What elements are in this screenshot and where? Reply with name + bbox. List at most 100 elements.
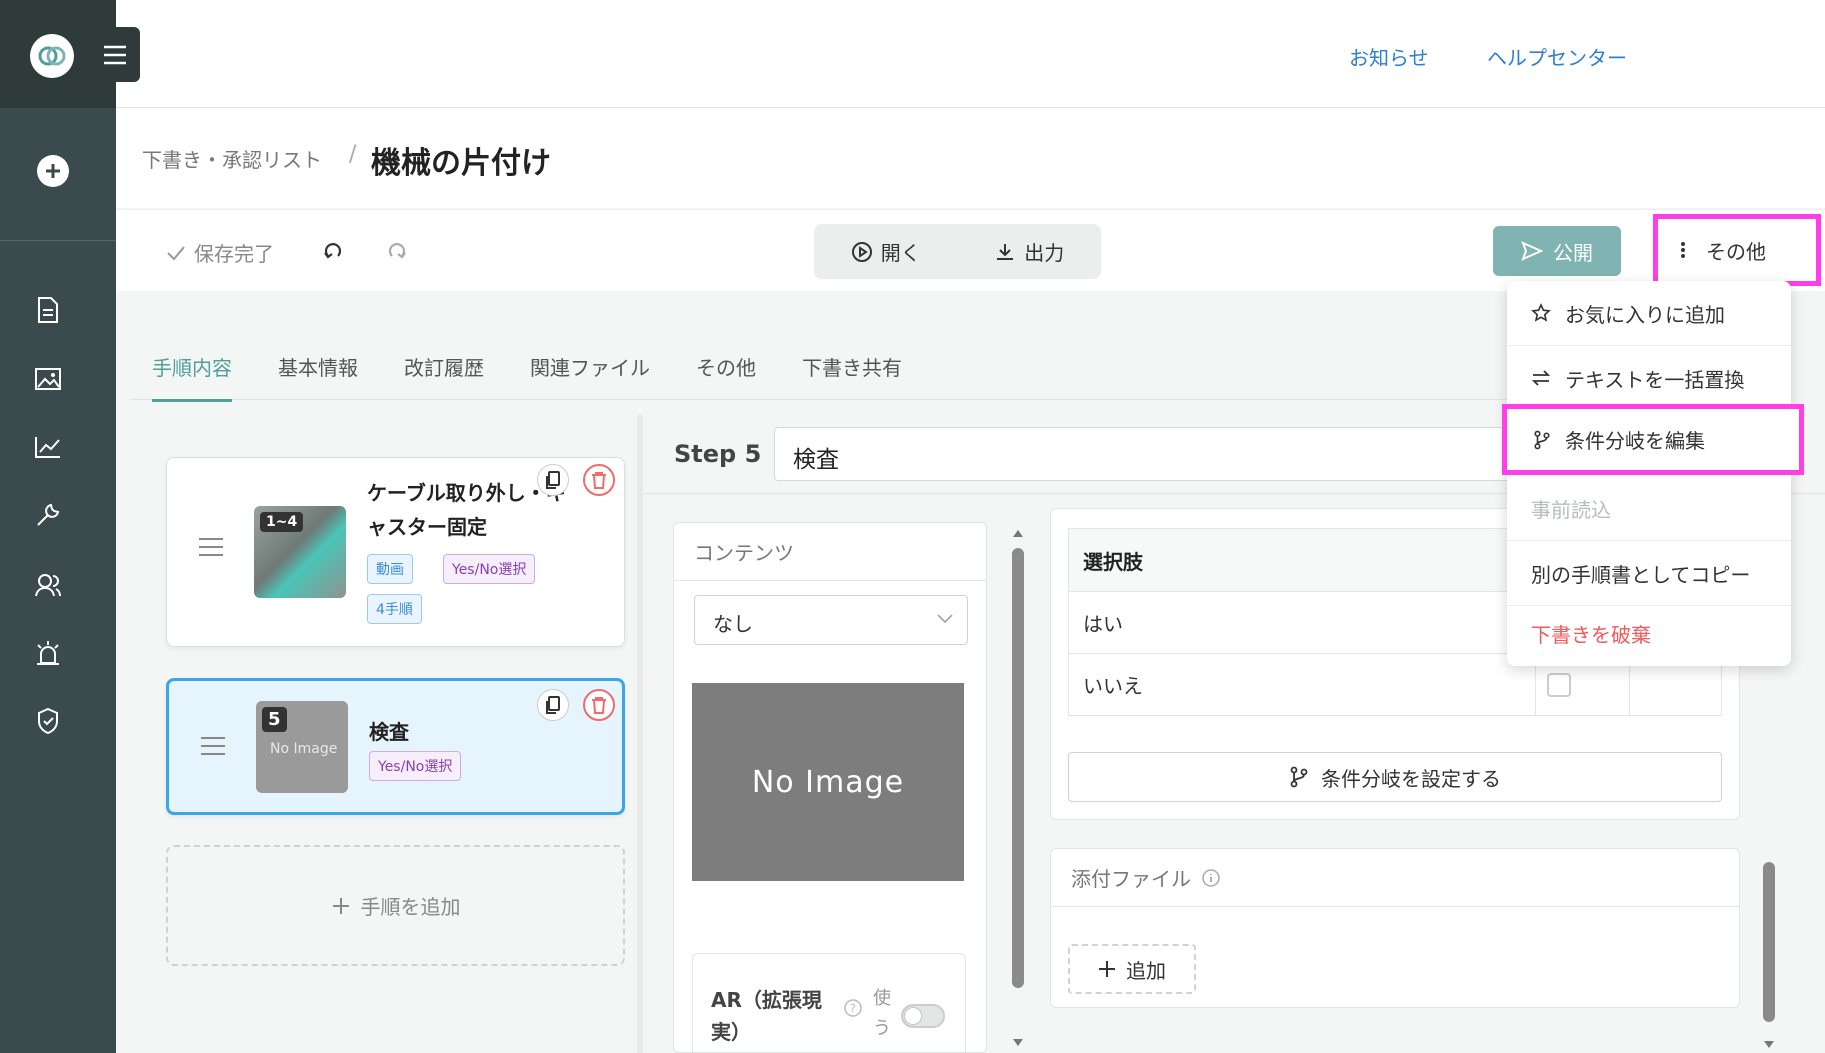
publish-button[interactable]: 公開 — [1493, 226, 1621, 276]
attachments-header: 添付ファイル — [1051, 849, 1739, 907]
step-card[interactable]: 1~4 ケーブル取り外し・キ ャスター固定 動画 Yes/No選択 4手順 — [166, 457, 625, 647]
undo-icon[interactable] — [322, 240, 344, 262]
breadcrumb-separator: / — [349, 142, 357, 167]
tag-yes-no: Yes/No選択 — [443, 554, 536, 584]
delete-icon[interactable] — [583, 689, 615, 721]
open-export-group: 開く 出力 — [814, 224, 1101, 279]
create-new-icon[interactable] — [37, 155, 69, 187]
menu-item-replace-text[interactable]: テキストを一括置換 — [1507, 346, 1791, 411]
step-title-input[interactable]: 検査 — [774, 427, 1554, 481]
menu-toggle-icon[interactable] — [90, 27, 140, 82]
tab-other[interactable]: その他 — [696, 352, 756, 402]
step-number-badge: 5 — [262, 707, 287, 732]
breadcrumb: 下書き・承認リスト / 機械の片付け — [116, 108, 1825, 208]
menu-item-edit-branch[interactable]: 条件分岐を編集 — [1502, 404, 1804, 475]
tab-steps[interactable]: 手順内容 — [152, 352, 232, 402]
delete-icon[interactable] — [583, 464, 615, 496]
duplicate-icon[interactable] — [537, 689, 569, 721]
tab-revision-history[interactable]: 改訂履歴 — [404, 352, 484, 402]
save-status-label: 保存完了 — [194, 242, 274, 266]
breadcrumb-parent-link[interactable]: 下書き・承認リスト — [142, 144, 322, 173]
scroll-down-icon[interactable] — [1763, 1040, 1775, 1052]
menu-item-discard-draft[interactable]: 下書きを破棄 — [1507, 601, 1791, 666]
tab-draft-share[interactable]: 下書き共有 — [802, 352, 902, 402]
contents-select[interactable]: なし — [694, 595, 968, 645]
save-status: 保存完了 — [166, 238, 274, 267]
publish-button-label: 公開 — [1553, 240, 1593, 265]
wrench-icon[interactable] — [33, 500, 63, 530]
set-branch-button[interactable]: 条件分岐を設定する — [1068, 752, 1722, 802]
branch-icon — [1534, 430, 1550, 449]
tag-video: 動画 — [367, 554, 413, 584]
ar-use-label: 使う — [873, 988, 891, 1039]
redo-icon[interactable] — [386, 240, 408, 262]
step-list-divider — [637, 415, 643, 1053]
set-branch-label: 条件分岐を設定する — [1321, 766, 1501, 791]
menu-item-favorite[interactable]: お気に入りに追加 — [1507, 281, 1791, 346]
menu-item-preload: 事前読込 — [1507, 476, 1791, 541]
more-button[interactable]: その他 — [1653, 214, 1821, 286]
step-number-label: Step 5 — [674, 440, 762, 468]
editor-scrollbar[interactable] — [1763, 862, 1775, 1022]
choice-label: はい — [1083, 612, 1123, 636]
editor-toolbar: 保存完了 開く 出力 公開 その他 — [116, 209, 1825, 291]
add-attachment-button[interactable]: 追加 — [1068, 944, 1196, 994]
alarm-icon[interactable] — [33, 638, 63, 668]
image-icon[interactable] — [33, 364, 63, 394]
scroll-up-icon[interactable] — [1012, 528, 1024, 542]
users-icon[interactable] — [33, 570, 63, 600]
ar-setting: AR（拡張現実） ? 使う — [692, 953, 966, 1053]
contents-scrollbar[interactable] — [1012, 548, 1024, 988]
step-title-line: ャスター固定 — [367, 515, 487, 539]
export-button[interactable]: 出力 — [994, 237, 1064, 266]
tab-related-files[interactable]: 関連ファイル — [530, 352, 650, 402]
info-icon[interactable] — [1201, 868, 1221, 888]
tag-step-count: 4手順 — [367, 594, 422, 624]
step-title-line: ケーブル取り外し・キ — [367, 481, 566, 505]
more-button-label: その他 — [1706, 239, 1766, 264]
menu-item-label: テキストを一括置換 — [1565, 367, 1745, 392]
content-image-placeholder[interactable]: No Image — [692, 683, 964, 881]
plus-icon — [332, 897, 349, 914]
branch-icon — [1290, 766, 1308, 788]
svg-text:?: ? — [850, 1002, 856, 1015]
check-icon — [167, 245, 185, 260]
no-image-label: No Image — [270, 741, 338, 757]
menu-item-label: 条件分岐を編集 — [1565, 429, 1705, 453]
tab-bar: 手順内容 基本情報 改訂履歴 関連ファイル その他 下書き共有 — [152, 352, 902, 402]
choice-label: いいえ — [1083, 674, 1143, 698]
menu-item-copy-as-new[interactable]: 別の手順書としてコピー — [1507, 541, 1791, 606]
document-icon[interactable] — [33, 295, 63, 325]
contents-panel: コンテンツ なし No Image AR（拡張現実） ? 使う — [673, 522, 987, 1053]
step-card-selected[interactable]: 5 No Image 検査 Yes/No選択 — [166, 678, 625, 815]
drag-handle-icon[interactable] — [201, 731, 225, 761]
scroll-down-icon[interactable] — [1012, 1038, 1024, 1050]
add-step-button[interactable]: 手順を追加 — [166, 845, 625, 966]
sidebar-divider — [0, 240, 116, 241]
ar-label: AR（拡張現実） — [711, 988, 822, 1044]
sidebar — [0, 0, 116, 1053]
analytics-icon[interactable] — [33, 432, 63, 462]
notice-link[interactable]: お知らせ — [1349, 42, 1429, 71]
help-icon[interactable]: ? — [843, 998, 863, 1018]
help-center-link[interactable]: ヘルプセンター — [1487, 42, 1627, 71]
ar-toggle[interactable] — [901, 1004, 945, 1028]
step-thumbnail: 5 No Image — [256, 701, 348, 793]
drag-handle-icon[interactable] — [199, 532, 223, 562]
tab-basic-info[interactable]: 基本情報 — [278, 352, 358, 402]
swap-icon — [1531, 370, 1551, 386]
step-thumbnail: 1~4 — [254, 506, 346, 598]
page-title: 機械の片付け — [371, 146, 551, 181]
app-logo[interactable] — [30, 34, 74, 78]
choice-checkbox[interactable] — [1547, 673, 1571, 697]
shield-check-icon[interactable] — [33, 706, 63, 736]
choices-header: 選択肢 — [1083, 549, 1143, 574]
step-number-badge: 1~4 — [260, 512, 304, 532]
open-button[interactable]: 開く — [851, 237, 921, 266]
menu-item-label: 別の手順書としてコピー — [1531, 562, 1751, 587]
star-icon — [1531, 303, 1551, 322]
duplicate-icon[interactable] — [537, 464, 569, 496]
step-title: ケーブル取り外し・キ ャスター固定 — [367, 476, 566, 544]
send-icon — [1521, 241, 1543, 261]
menu-item-label: 事前読込 — [1531, 497, 1611, 522]
